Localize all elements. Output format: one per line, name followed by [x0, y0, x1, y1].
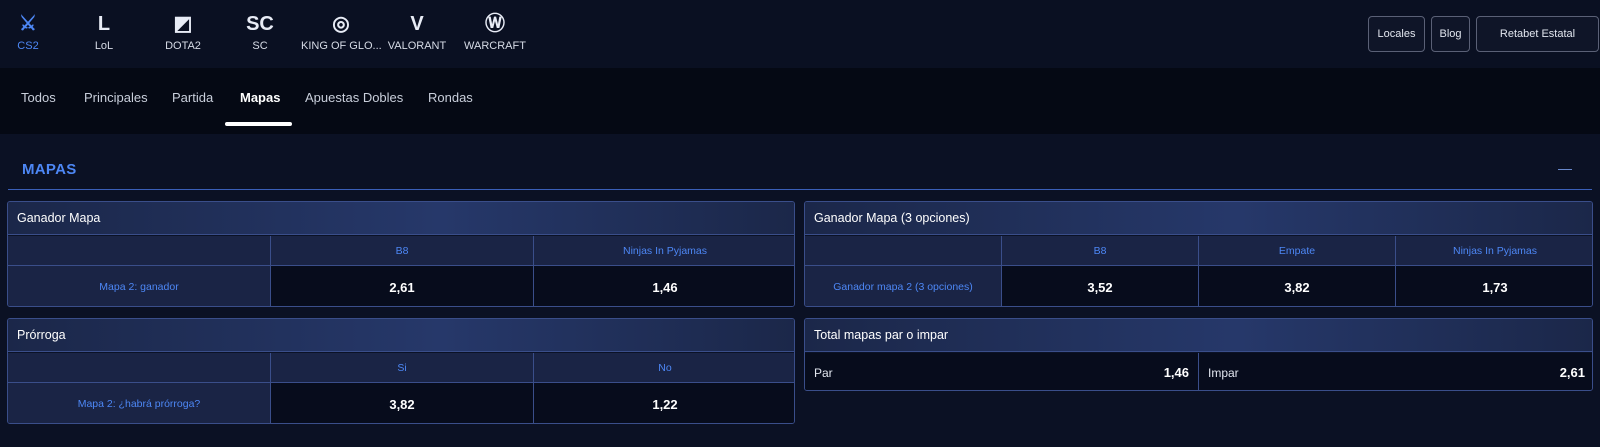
- option-label: Impar: [1208, 365, 1239, 380]
- tab-principales[interactable]: Principales: [84, 90, 148, 105]
- valorant-icon: V: [410, 13, 424, 35]
- odd-button[interactable]: 2,61: [271, 266, 534, 306]
- warcraft-icon: Ⓦ: [485, 13, 505, 35]
- column-header: Si: [271, 353, 534, 383]
- odd-button[interactable]: 1,22: [534, 383, 794, 423]
- odd-button[interactable]: 3,82: [1199, 266, 1396, 306]
- game-label: LoL: [94, 40, 114, 52]
- tab-mapas[interactable]: Mapas: [240, 90, 280, 105]
- market-title: Total mapas par o impar: [805, 319, 1592, 352]
- column-header: Ninjas In Pyjamas: [534, 236, 794, 266]
- tab-partida[interactable]: Partida: [172, 90, 213, 105]
- game-tab-warcraft[interactable]: Ⓦ WARCRAFT: [455, 10, 535, 52]
- active-tab-indicator: [225, 122, 292, 126]
- game-label: WARCRAFT: [464, 40, 526, 52]
- market-title: Ganador Mapa: [8, 202, 794, 235]
- game-tab-dota2[interactable]: ◩ DOTA2: [143, 10, 223, 52]
- counter-strike-icon: ⚔: [19, 13, 37, 35]
- column-header: No: [534, 353, 794, 383]
- blog-button[interactable]: Blog: [1431, 16, 1470, 52]
- game-label: KING OF GLO...: [301, 40, 381, 52]
- column-header: Empate: [1199, 236, 1396, 266]
- game-tab-sc[interactable]: SC SC: [220, 10, 300, 52]
- header-empty-cell: [8, 236, 271, 266]
- odd-button[interactable]: 1,46: [534, 266, 794, 306]
- game-label: SC: [252, 40, 268, 52]
- dota2-icon: ◩: [173, 13, 193, 35]
- column-header: B8: [271, 236, 534, 266]
- locales-button[interactable]: Locales: [1368, 16, 1425, 52]
- odd-button[interactable]: 3,82: [271, 383, 534, 423]
- row-label: Ganador mapa 2 (3 opciones): [805, 266, 1002, 306]
- header-empty-cell: [8, 353, 271, 383]
- starcraft-icon: SC: [246, 13, 274, 35]
- market-ganador-mapa-3-opciones: Ganador Mapa (3 opciones) B8 Empate Ninj…: [804, 201, 1593, 307]
- tab-apuestas-dobles[interactable]: Apuestas Dobles: [305, 90, 403, 105]
- game-tab-king-of-glory[interactable]: ◎ KING OF GLO...: [301, 10, 381, 52]
- odd-option-impar[interactable]: Impar 2,61: [1199, 353, 1592, 390]
- option-odd: 1,46: [1163, 365, 1189, 380]
- games-bar: ⚔ CS2 L LoL ◩ DOTA2 SC SC ◎ KING OF GLO.…: [0, 0, 1600, 68]
- section-title: MAPAS: [22, 161, 77, 178]
- odd-option-par[interactable]: Par 1,46: [805, 353, 1199, 390]
- column-header: Ninjas In Pyjamas: [1396, 236, 1592, 266]
- game-label: DOTA2: [165, 40, 201, 52]
- section-divider: [8, 189, 1592, 190]
- option-label: Par: [814, 365, 833, 380]
- game-label: CS2: [17, 40, 39, 52]
- king-of-glory-icon: ◎: [332, 13, 350, 35]
- market-total-mapas-par-impar: Total mapas par o impar Par 1,46 Impar 2…: [804, 318, 1593, 391]
- market-prorroga: Prórroga Si No Mapa 2: ¿habrá prórroga? …: [7, 318, 795, 424]
- market-title: Ganador Mapa (3 opciones): [805, 202, 1592, 235]
- market-ganador-mapa: Ganador Mapa B8 Ninjas In Pyjamas Mapa 2…: [7, 201, 795, 307]
- header-empty-cell: [805, 236, 1002, 266]
- row-label: Mapa 2: ganador: [8, 266, 271, 306]
- market-title: Prórroga: [8, 319, 794, 352]
- tab-rondas[interactable]: Rondas: [428, 90, 473, 105]
- game-label: VALORANT: [387, 40, 447, 52]
- league-of-legends-icon: L: [97, 13, 111, 35]
- game-tab-lol[interactable]: L LoL: [64, 10, 144, 52]
- game-tab-valorant[interactable]: V VALORANT: [377, 10, 457, 52]
- column-header: B8: [1002, 236, 1199, 266]
- odd-button[interactable]: 1,73: [1396, 266, 1592, 306]
- tab-todos[interactable]: Todos: [21, 90, 56, 105]
- retabet-estatal-button[interactable]: Retabet Estatal: [1476, 16, 1599, 52]
- collapse-icon[interactable]: —: [1558, 160, 1572, 176]
- option-odd: 2,61: [1559, 365, 1585, 380]
- game-tab-cs2[interactable]: ⚔ CS2: [0, 10, 68, 52]
- odd-button[interactable]: 3,52: [1002, 266, 1199, 306]
- row-label: Mapa 2: ¿habrá prórroga?: [8, 383, 271, 423]
